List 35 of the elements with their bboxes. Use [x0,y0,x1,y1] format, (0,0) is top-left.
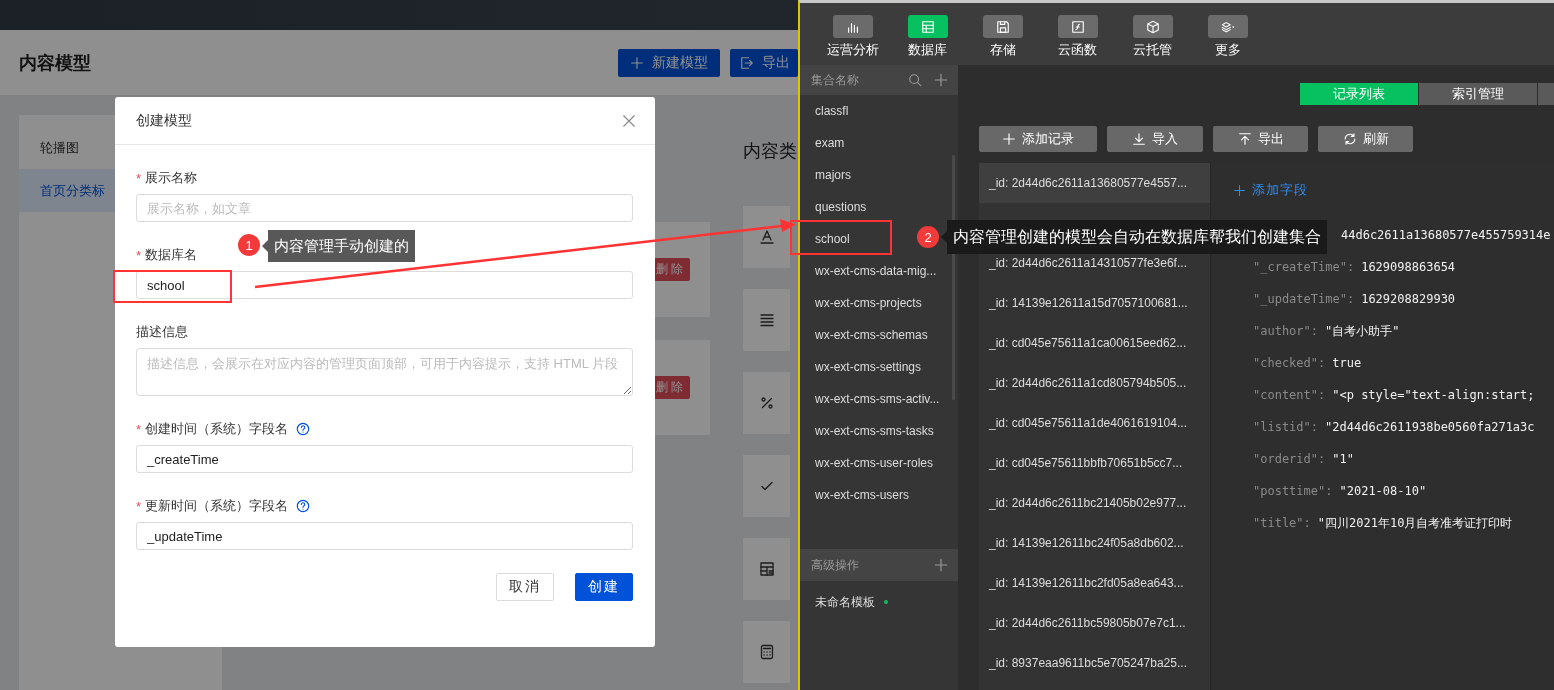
field-value: "2021-08-10" [1339,484,1427,498]
field-label: 更新时间（系统）字段名 [145,497,289,515]
field-value: "2d44d6c2611938be0560fa271a3c [1325,420,1535,434]
page-title: 内容模型 [19,51,91,75]
panel-title: 高级操作 [811,556,859,574]
field-label: 创建时间（系统）字段名 [145,420,289,438]
field-value: true [1332,356,1362,370]
field-label: 描述信息 [136,323,188,341]
field-key: "posttime": [1253,484,1333,498]
field-key: "orderid": [1253,452,1326,466]
required-mark: * [136,247,142,263]
field-value: "<p style="text-align:start; [1332,388,1535,402]
field-value: 44d6c2611a13680577e455759314e [1341,228,1551,242]
required-mark: * [136,421,142,437]
field-key: "title": [1253,516,1311,530]
section-heading: 内容类 [743,140,798,163]
required-mark: * [136,498,142,514]
field-label: 展示名称 [145,169,198,187]
field-value: "自考小助手" [1325,322,1400,340]
field-key: "author": [1253,324,1319,338]
field-key: "content": [1253,388,1326,402]
callout-tooltip: 内容管理创建的模型会自动在数据库帮我们创建集合 [941,220,1327,254]
field-value: "四川2021年10月自考准考证打印时 [1317,514,1513,532]
field-key: "_createTime": [1253,260,1355,274]
field-key: "checked": [1253,356,1326,370]
field-key: "_updateTime": [1253,292,1355,306]
required-mark: * [136,170,142,186]
field-value: 1629208829930 [1361,292,1456,306]
field-value: 1629098863654 [1361,260,1456,274]
field-label: 数据库名 [145,246,198,264]
panel-title: 集合名称 [811,71,859,89]
dialog-title: 创建模型 [136,111,192,130]
field-value: "1" [1332,452,1354,466]
callout-tooltip: 内容管理手动创建的 [262,230,415,262]
field-key: "listid": [1253,420,1319,434]
